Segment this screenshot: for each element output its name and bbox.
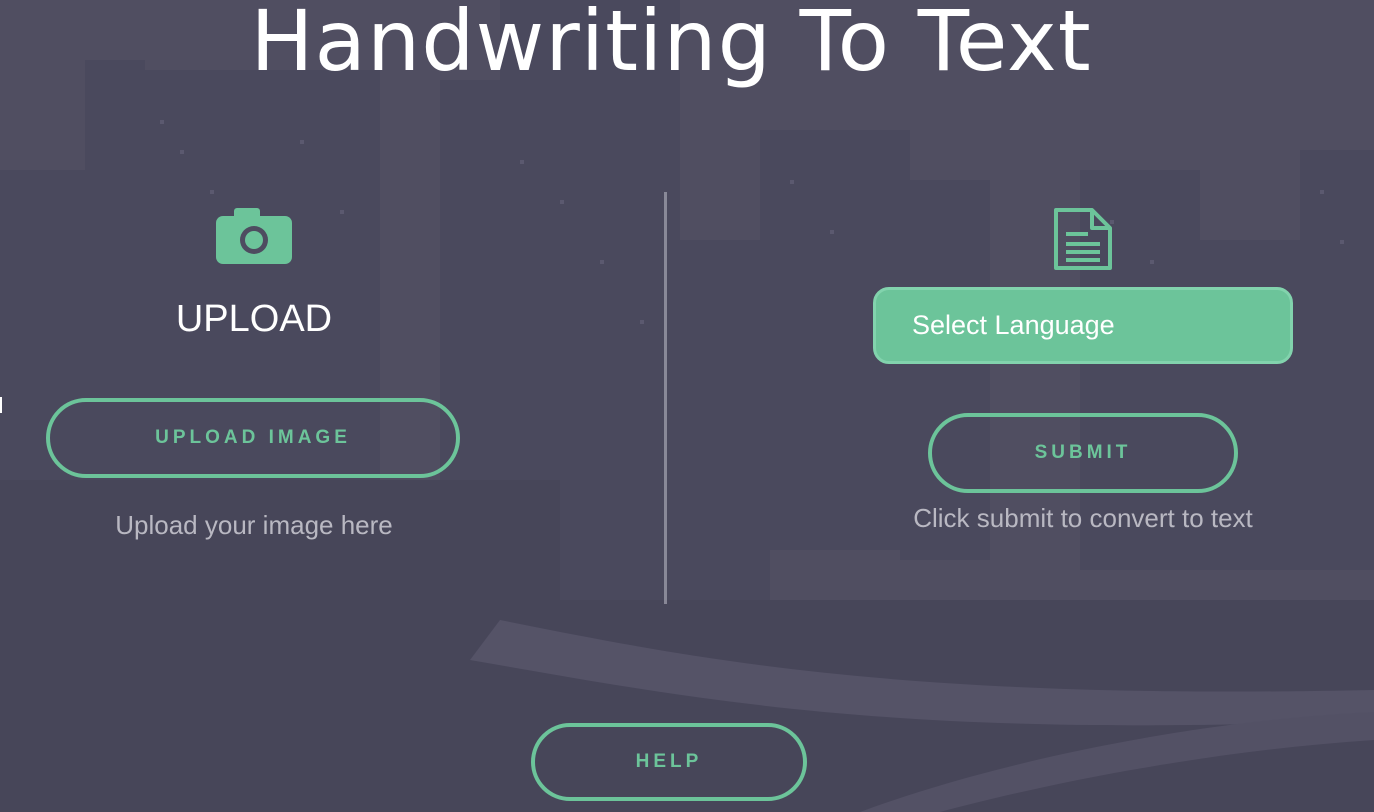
camera-icon — [216, 208, 292, 264]
upload-caption: Upload your image here — [115, 510, 393, 540]
page-title: Handwriting To Text — [250, 0, 1092, 90]
language-select[interactable]: Select Language — [873, 287, 1293, 364]
submit-caption: Click submit to convert to text — [913, 503, 1253, 533]
help-button[interactable]: HELP — [531, 723, 807, 801]
section-divider — [664, 192, 667, 604]
upload-heading: UPLOAD — [175, 298, 333, 340]
document-icon — [1054, 208, 1112, 270]
edge-marker — [0, 397, 2, 413]
upload-image-button[interactable]: UPLOAD IMAGE — [46, 398, 460, 478]
submit-button[interactable]: SUBMIT — [928, 413, 1238, 493]
